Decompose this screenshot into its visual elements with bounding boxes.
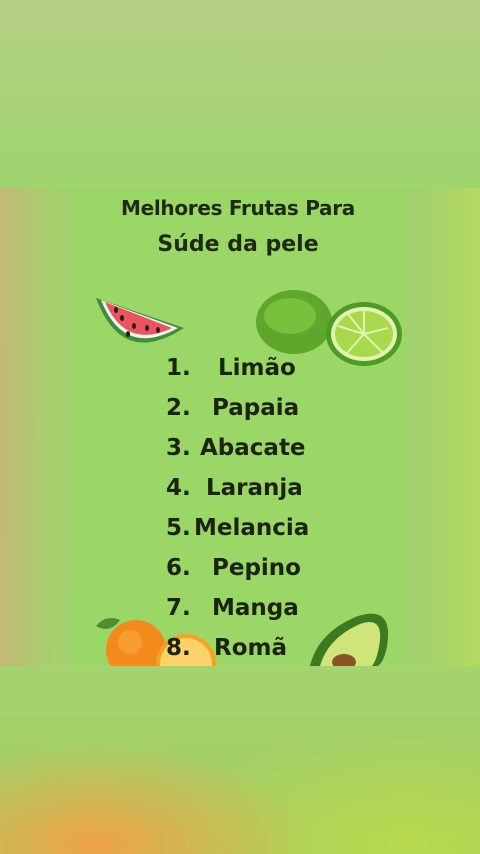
item-number: 5. — [166, 515, 191, 541]
card-title: Melhores Frutas Para — [121, 196, 355, 220]
list-item: 3. Abacate — [166, 428, 309, 468]
item-number: 7. — [166, 595, 191, 621]
item-number: 4. — [166, 475, 191, 501]
fruit-list: 1. Limão 2. Papaia 3. Abacate 4. Laranja 5. M… — [166, 348, 309, 666]
blurred-background-bottom — [0, 666, 480, 854]
item-name: Romã — [214, 635, 287, 661]
list-item: 5. Melancia — [166, 508, 309, 548]
item-name: Abacate — [200, 435, 306, 461]
list-item: 7. Manga — [166, 588, 309, 628]
blurred-background-left — [0, 188, 70, 666]
fruit-list-card: Melhores Frutas Para Súde da pele 1. Lim… — [70, 188, 406, 666]
item-name: Papaia — [212, 395, 300, 421]
item-number: 2. — [166, 395, 191, 421]
list-item: 1. Limão — [166, 348, 309, 388]
avocado-icon — [310, 613, 389, 666]
blurred-background-top — [0, 0, 480, 188]
item-name: Pepino — [212, 555, 301, 581]
list-item: 6. Pepino — [166, 548, 309, 588]
item-number: 3. — [166, 435, 191, 461]
item-number: 8. — [166, 635, 191, 661]
card-subtitle: Súde da pele — [157, 232, 319, 257]
item-name: Laranja — [206, 475, 303, 501]
item-name: Melancia — [194, 515, 310, 541]
list-item: 8. Romã — [166, 628, 309, 666]
item-number: 1. — [166, 355, 191, 381]
list-item: 2. Papaia — [166, 388, 309, 428]
item-name: Limão — [218, 355, 296, 381]
list-item: 4. Laranja — [166, 468, 309, 508]
blurred-background-right — [406, 188, 480, 666]
item-name: Manga — [212, 595, 299, 621]
item-number: 6. — [166, 555, 191, 581]
